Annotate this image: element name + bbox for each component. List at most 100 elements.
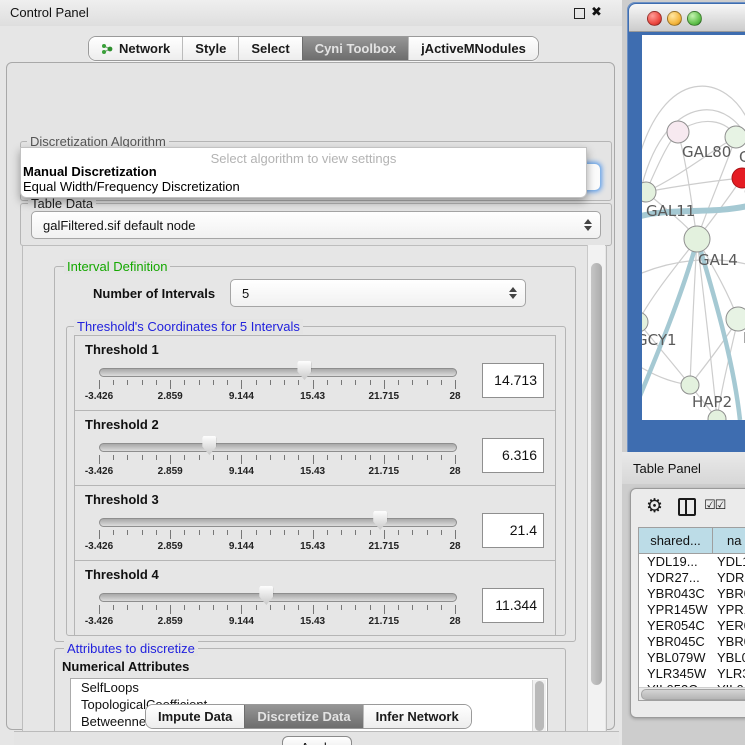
number-of-intervals-label: Number of Intervals (93, 286, 215, 301)
tab-jactivemnodules[interactable]: jActiveMNodules (408, 37, 538, 60)
table-row[interactable]: YDL19...YDL1 (639, 554, 745, 570)
slider-ticks (99, 380, 456, 390)
table-header-row: shared... na (639, 528, 745, 554)
network-node[interactable] (684, 226, 710, 252)
threshold-label: Threshold 3 (85, 492, 159, 507)
threshold-row: Threshold 1-3.4262.8599.14415.4321.71528… (74, 335, 556, 411)
zoom-traffic-light-icon[interactable] (687, 11, 702, 26)
table-panel-title: Table Panel (633, 461, 701, 476)
network-node[interactable] (681, 376, 699, 394)
slider-track[interactable] (99, 368, 457, 377)
table-cell: YDL19... (639, 554, 713, 570)
columns-icon[interactable] (678, 498, 696, 516)
tab-infer-network[interactable]: Infer Network (363, 705, 471, 728)
attribute-list-item[interactable]: SelfLoops (71, 679, 547, 696)
threshold-value-field[interactable]: 21.4 (482, 513, 544, 548)
column-header-name[interactable]: na (713, 528, 745, 553)
tab-cyni-toolbox[interactable]: Cyni Toolbox (302, 37, 408, 60)
table-cell: YLR3 (713, 666, 745, 682)
table-row[interactable]: YDR27...YDR2 (639, 570, 745, 586)
number-of-intervals-combobox[interactable]: 5 (230, 279, 526, 307)
network-graph: GAL80GACGAL11GAL4GCY1HHAP2 (642, 35, 745, 420)
gear-icon[interactable]: ⚙ (646, 495, 663, 518)
table-panel-window: ⚙ ☑☑ shared... na YDL19...YDL1YDR27...YD… (630, 488, 745, 718)
table-row[interactable]: YLR345WYLR3 (639, 666, 745, 682)
action-bar: Apply (14, 731, 619, 745)
tab-impute-data[interactable]: Impute Data (146, 705, 244, 728)
table-panel-titlebar: Table Panel (622, 452, 745, 484)
tab-label: Network (119, 41, 170, 56)
threshold-row: Threshold 2-3.4262.8599.14415.4321.71528… (74, 410, 556, 486)
table-cell: YBR0 (713, 634, 745, 650)
network-canvas[interactable]: GAL80GACGAL11GAL4GCY1HHAP2 (642, 35, 745, 420)
network-node-label: GA (739, 148, 745, 166)
table-cell: YDR2 (713, 570, 745, 586)
table-row[interactable]: YER054CYER0 (639, 618, 745, 634)
threshold-label: Threshold 4 (85, 567, 159, 582)
network-node-label: HAP2 (692, 393, 732, 411)
tab-style[interactable]: Style (182, 37, 238, 60)
threshold-row: Threshold 3-3.4262.8599.14415.4321.71528… (74, 485, 556, 561)
settings-scroll-viewport: Interval Definition Number of Intervals … (22, 245, 607, 733)
tab-discretize-data[interactable]: Discretize Data (244, 705, 362, 728)
dropdown-item-equal-width[interactable]: Equal Width/Frequency Discretization (23, 179, 240, 194)
number-of-intervals-value: 5 (231, 286, 505, 301)
slider-track[interactable] (99, 518, 457, 527)
slider-thumb[interactable] (259, 586, 273, 605)
select-columns-checkbox-icon[interactable]: ☑☑ (704, 497, 725, 513)
tab-label: Infer Network (376, 709, 459, 724)
network-node[interactable] (667, 121, 689, 143)
table-row[interactable]: YBL079WYBL0 (639, 650, 745, 666)
tab-network[interactable]: Network (89, 37, 182, 60)
slider-track[interactable] (99, 443, 457, 452)
tab-label: Style (195, 41, 226, 56)
table-row[interactable]: YPR145WYPR1 (639, 602, 745, 618)
minimize-traffic-light-icon[interactable] (667, 11, 682, 26)
table-row[interactable]: YBR043CYBR0 (639, 586, 745, 602)
table-cell: YBL0 (713, 650, 745, 666)
dropdown-item-manual[interactable]: Manual Discretization (23, 164, 157, 179)
column-header-shared-name[interactable]: shared... (639, 528, 713, 553)
table-horizontal-scrollbar[interactable] (639, 687, 745, 700)
network-window-titlebar (629, 4, 745, 32)
tab-select[interactable]: Select (238, 37, 301, 60)
slider-ticks (99, 455, 456, 465)
table-data-combobox[interactable]: galFiltered.sif default node (31, 211, 601, 239)
apply-button[interactable]: Apply (282, 736, 352, 745)
slider-thumb[interactable] (202, 436, 216, 455)
threshold-value-field[interactable]: 14.713 (482, 363, 544, 398)
slider-thumb[interactable] (297, 361, 311, 380)
network-edge[interactable] (642, 239, 697, 322)
close-icon[interactable]: ✖ (591, 4, 602, 20)
app-root: Control Panel ✖ Network Style Select Cyni T… (0, 0, 745, 745)
attributes-group-label: Attributes to discretize (64, 641, 198, 656)
network-view-window: GAL80GACGAL11GAL4GCY1HHAP2 (627, 2, 745, 452)
table-cell: YDL1 (713, 554, 745, 570)
slider-track[interactable] (99, 593, 457, 602)
bottom-tab-bar: Impute DataDiscretize Data Infer Network (145, 704, 472, 729)
table-cell: YER0 (713, 618, 745, 634)
table-toolbar: ⚙ ☑☑ (631, 493, 745, 521)
float-window-icon[interactable] (574, 8, 585, 19)
table-data-label: Table Data (28, 196, 96, 211)
settings-scrollbar[interactable] (587, 245, 605, 731)
attributes-scrollbar[interactable] (532, 680, 546, 732)
slider-tick-labels: -3.4262.8599.14415.4321.71528 (99, 616, 456, 628)
interval-definition-label: Interval Definition (64, 259, 170, 274)
panel-title: Control Panel (10, 5, 89, 20)
slider-tick-labels: -3.4262.8599.14415.4321.71528 (99, 466, 456, 478)
threshold-label: Threshold 1 (85, 342, 159, 357)
numerical-attributes-label: Numerical Attributes (62, 659, 189, 674)
tab-label: Select (251, 41, 289, 56)
top-tab-bar: Network Style Select Cyni ToolboxjActiveMNo… (88, 36, 539, 61)
threshold-value-field[interactable]: 6.316 (482, 438, 544, 473)
threshold-rows: Threshold 1 -3.4262.8599.14415.4321.71528… (74, 336, 556, 636)
slider-thumb[interactable] (373, 511, 387, 530)
close-traffic-light-icon[interactable] (647, 11, 662, 26)
network-node[interactable] (642, 312, 648, 332)
table-row[interactable]: YBR045CYBR0 (639, 634, 745, 650)
table-body: YDL19...YDL1YDR27...YDR2YBR043CYBR0YPR14… (639, 554, 745, 698)
network-node-label: GAL11 (646, 202, 695, 220)
threshold-value-field[interactable]: 11.344 (482, 588, 544, 623)
network-node[interactable] (726, 307, 745, 331)
